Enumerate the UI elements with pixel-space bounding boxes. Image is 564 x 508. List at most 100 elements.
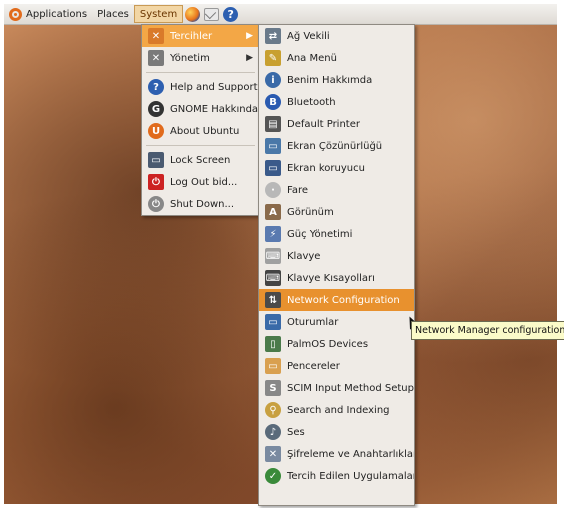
menu-item-label: Log Out bid... — [170, 176, 238, 188]
menu-item-label: Oturumlar — [287, 316, 339, 328]
menu-item-label: Bluetooth — [287, 96, 336, 108]
preferred-apps-icon: ✓ — [265, 468, 281, 484]
system-label: System — [139, 8, 178, 20]
menu-item-label: Benim Hakkımda — [287, 74, 373, 86]
menu-item-windows[interactable]: ▭ Pencereler — [259, 355, 414, 377]
menu-item-label: Tercihler — [170, 30, 213, 42]
menu-item-power-management[interactable]: ⚡ Güç Yönetimi — [259, 223, 414, 245]
menu-item-label: Lock Screen — [170, 154, 231, 166]
search-icon: ⚲ — [265, 402, 281, 418]
menu-item-keyboard[interactable]: ⌨ Klavye — [259, 245, 414, 267]
menu-item-sessions[interactable]: ▭ Oturumlar — [259, 311, 414, 333]
menu-item-label: Ekran koruyucu — [287, 162, 365, 174]
lock-screen-icon: ▭ — [148, 152, 164, 168]
proxy-icon: ⇄ — [265, 28, 281, 44]
menu-item-preferred-applications[interactable]: ✓ Tercih Edilen Uygulamalar — [259, 465, 414, 487]
menu-item-label: Şifreleme ve Anahtarlıklar — [287, 448, 415, 460]
mail-icon[interactable] — [204, 7, 220, 21]
menu-item-label: Tercih Edilen Uygulamalar — [287, 470, 415, 482]
menu-item-label: Network Configuration — [287, 294, 400, 306]
windows-icon: ▭ — [265, 358, 281, 374]
tooltip: Network Manager configuration — [411, 321, 564, 340]
system-dropdown: ✕ Tercihler ▶ ✕ Yönetim ▶ ? Help and Sup… — [141, 24, 260, 216]
menu-item-label: Search and Indexing — [287, 404, 390, 416]
menu-item-label: Ana Menü — [287, 52, 337, 64]
menu-item-encryption[interactable]: ✕ Şifreleme ve Anahtarlıklar — [259, 443, 414, 465]
palm-icon: ▯ — [265, 336, 281, 352]
ubuntu-icon: U — [148, 123, 164, 139]
sessions-icon: ▭ — [265, 314, 281, 330]
top-panel: Applications Places System ? — [4, 4, 557, 25]
menu-item-administration[interactable]: ✕ Yönetim ▶ — [142, 47, 259, 69]
menu-item-bluetooth[interactable]: B Bluetooth — [259, 91, 414, 113]
admin-icon: ✕ — [148, 50, 164, 66]
menu-item-label: Shut Down... — [170, 198, 234, 210]
mouse-icon: · — [265, 182, 281, 198]
menu-item-default-printer[interactable]: ▤ Default Printer — [259, 113, 414, 135]
menu-item-appearance[interactable]: A Görünüm — [259, 201, 414, 223]
menu-separator — [146, 145, 255, 146]
menu-item-help-support[interactable]: ? Help and Support — [142, 76, 259, 98]
about-me-icon: i — [265, 72, 281, 88]
system-menu[interactable]: System — [133, 5, 184, 23]
help-icon[interactable]: ? — [223, 6, 239, 22]
menu-item-label: Klavye Kısayolları — [287, 272, 375, 284]
menu-item-label: Help and Support — [170, 81, 258, 93]
bluetooth-icon: B — [265, 94, 281, 110]
applications-label: Applications — [26, 8, 88, 20]
printer-icon: ▤ — [265, 116, 281, 132]
places-menu[interactable]: Places — [92, 5, 134, 23]
menu-item-screensaver[interactable]: ▭ Ekran koruyucu — [259, 157, 414, 179]
submenu-arrow-icon: ▶ — [246, 53, 253, 63]
menu-item-label: Güç Yönetimi — [287, 228, 353, 240]
places-label: Places — [97, 8, 129, 20]
menu-item-label: PalmOS Devices — [287, 338, 369, 350]
menu-item-lock-screen[interactable]: ▭ Lock Screen — [142, 149, 259, 171]
keyboard-shortcuts-icon: ⌨ — [265, 270, 281, 286]
power-icon: ⚡ — [265, 226, 281, 242]
main-menu-icon: ✎ — [265, 50, 281, 66]
scim-icon: S — [265, 380, 281, 396]
menu-item-proxy[interactable]: ⇄ Ağ Vekili — [259, 25, 414, 47]
menu-item-label: Görünüm — [287, 206, 334, 218]
menu-item-palmos-devices[interactable]: ▯ PalmOS Devices — [259, 333, 414, 355]
resolution-icon: ▭ — [265, 138, 281, 154]
menu-item-label: Ses — [287, 426, 305, 438]
ubuntu-logo-icon — [9, 7, 22, 21]
menu-item-about-ubuntu[interactable]: U About Ubuntu — [142, 120, 259, 142]
menu-item-preferences[interactable]: ✕ Tercihler ▶ — [142, 25, 259, 47]
submenu-arrow-icon: ▶ — [246, 31, 253, 41]
appearance-icon: A — [265, 204, 281, 220]
menu-item-label: Yönetim — [170, 52, 210, 64]
menu-item-search-indexing[interactable]: ⚲ Search and Indexing — [259, 399, 414, 421]
menu-item-keyboard-shortcuts[interactable]: ⌨ Klavye Kısayolları — [259, 267, 414, 289]
preferences-submenu: ⇄ Ağ Vekili ✎ Ana Menü i Benim Hakkımda … — [258, 24, 415, 506]
menu-item-main-menu[interactable]: ✎ Ana Menü — [259, 47, 414, 69]
firefox-icon[interactable] — [185, 6, 201, 22]
menu-item-label: Ağ Vekili — [287, 30, 330, 42]
menu-item-about-gnome[interactable]: G GNOME Hakkında — [142, 98, 259, 120]
menu-item-mouse[interactable]: · Fare — [259, 179, 414, 201]
keyboard-icon: ⌨ — [265, 248, 281, 264]
menu-item-label: GNOME Hakkında — [170, 103, 259, 115]
network-icon: ⇅ — [265, 292, 281, 308]
shutdown-icon: ⏻ — [148, 196, 164, 212]
menu-item-label: Fare — [287, 184, 309, 196]
menu-item-label: About Ubuntu — [170, 125, 240, 137]
menu-item-label: SCIM Input Method Setup — [287, 382, 414, 394]
menu-item-screen-resolution[interactable]: ▭ Ekran Çözünürlüğü — [259, 135, 414, 157]
menu-item-label: Default Printer — [287, 118, 360, 130]
menu-item-log-out[interactable]: ⏻ Log Out bid... — [142, 171, 259, 193]
menu-item-about-me[interactable]: i Benim Hakkımda — [259, 69, 414, 91]
applications-menu[interactable]: Applications — [4, 5, 92, 23]
sound-icon: ♪ — [265, 424, 281, 440]
help-icon: ? — [148, 79, 164, 95]
menu-separator — [146, 72, 255, 73]
menu-item-sound[interactable]: ♪ Ses — [259, 421, 414, 443]
menu-item-scim-setup[interactable]: S SCIM Input Method Setup — [259, 377, 414, 399]
screensaver-icon: ▭ — [265, 160, 281, 176]
menu-item-label: Ekran Çözünürlüğü — [287, 140, 383, 152]
menu-item-network-configuration[interactable]: ⇅ Network Configuration — [259, 289, 414, 311]
preferences-icon: ✕ — [148, 28, 164, 44]
menu-item-shut-down[interactable]: ⏻ Shut Down... — [142, 193, 259, 215]
